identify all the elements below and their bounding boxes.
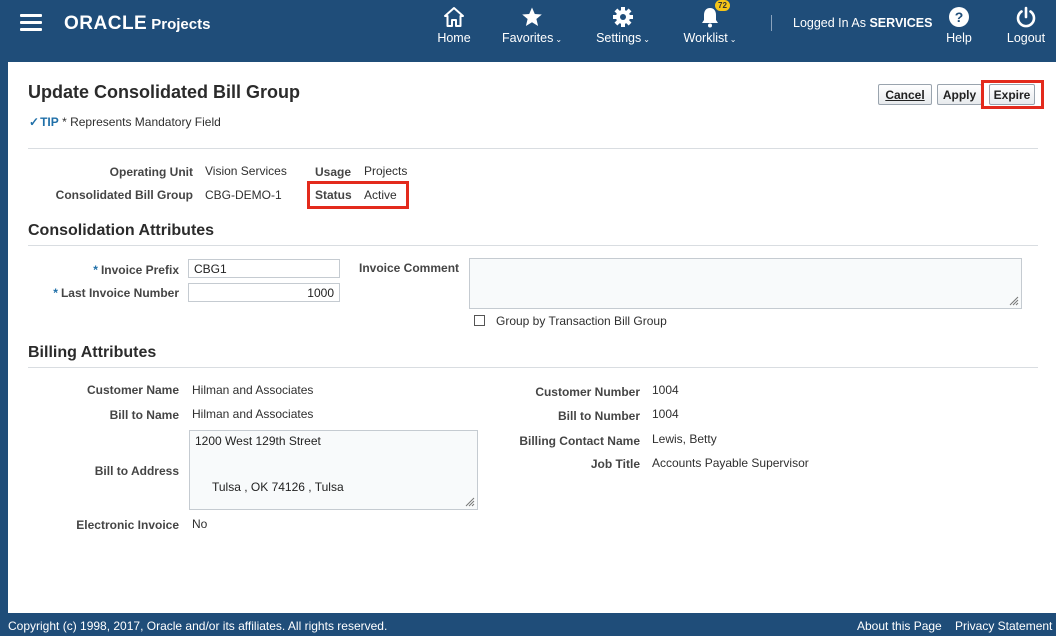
bill-to-name-value: Hilman and Associates — [192, 407, 314, 421]
cancel-button[interactable]: Cancel — [878, 84, 932, 105]
section-divider — [28, 367, 1038, 368]
gear-icon — [592, 2, 654, 28]
tip-text: * Represents Mandatory Field — [62, 115, 221, 129]
customer-number-label: Customer Number — [535, 385, 640, 399]
electronic-invoice-value: No — [192, 517, 208, 531]
apply-button-label: Apply — [942, 87, 977, 102]
nav-worklist-label: Worklist — [683, 31, 728, 45]
page-footer: Copyright (c) 1998, 2017, Oracle and/or … — [0, 613, 1056, 636]
power-icon — [1004, 2, 1048, 28]
brand-text: ORACLE — [64, 13, 148, 34]
electronic-invoice-label: Electronic Invoice — [76, 518, 179, 532]
nav-home-label: Home — [437, 31, 471, 45]
job-title-value: Accounts Payable Supervisor — [652, 456, 809, 470]
address-line-2: Tulsa , OK 74126 , Tulsa — [212, 480, 344, 494]
apply-button[interactable]: Apply — [937, 84, 982, 105]
nav-worklist[interactable]: 72 Worklist ⌄ — [680, 0, 740, 58]
main-content: Update Consolidated Bill Group Cancel Ap… — [8, 62, 1056, 613]
about-this-page-link[interactable]: About this Page — [857, 619, 942, 633]
logged-in-user: Logged In As SERVICES — [793, 16, 932, 30]
nav-settings-label: Settings — [596, 31, 642, 45]
resize-grip-icon[interactable] — [1009, 296, 1019, 306]
page-title: Update Consolidated Bill Group — [28, 82, 301, 102]
nav-logout[interactable]: Logout — [1004, 2, 1048, 58]
tip-line: ✓TIP * Represents Mandatory Field — [29, 115, 221, 129]
worklist-count-badge: 72 — [715, 0, 730, 11]
customer-name-value: Hilman and Associates — [192, 383, 314, 397]
operating-unit-label: Operating Unit — [109, 165, 193, 179]
consolidation-attributes-heading: Consolidation Attributes — [28, 222, 215, 239]
job-title-label: Job Title — [590, 457, 640, 471]
billing-contact-label: Billing Contact Name — [519, 434, 640, 448]
section-divider — [28, 148, 1038, 149]
operating-unit-value: Vision Services — [205, 164, 287, 178]
nav-favorites-label: Favorites — [501, 31, 554, 45]
group-by-label: Group by Transaction Bill Group — [496, 314, 667, 328]
product-name: Projects — [151, 16, 211, 33]
help-icon: ? — [940, 2, 978, 28]
cancel-button-label: Cancel — [885, 87, 925, 102]
billing-contact-value: Lewis, Betty — [652, 432, 717, 446]
usage-value: Projects — [364, 164, 408, 178]
username: SERVICES — [869, 16, 933, 30]
copyright-text: Copyright (c) 1998, 2017, Oracle and/or … — [8, 619, 388, 633]
privacy-statement-link[interactable]: Privacy Statement — [955, 619, 1052, 633]
global-header: ORACLE Projects Home Favorites ⌄ Setting… — [0, 0, 1056, 62]
nav-help-label: Help — [946, 31, 972, 45]
consolidated-bill-group-value: CBG-DEMO-1 — [205, 188, 282, 202]
section-divider — [28, 245, 1038, 246]
required-asterisk: * — [93, 263, 98, 277]
invoice-prefix-label: * Invoice Prefix — [93, 263, 179, 277]
bill-to-address-textarea[interactable]: 1200 West 129th Street Tulsa , OK 74126 … — [189, 430, 478, 510]
bill-to-name-label: Bill to Name — [109, 408, 179, 422]
chevron-down-icon: ⌄ — [729, 35, 737, 44]
tip-label: TIP — [40, 115, 59, 129]
status-highlight-box — [307, 181, 409, 209]
billing-attributes-heading: Billing Attributes — [28, 344, 157, 361]
navigator-menu-icon[interactable] — [20, 14, 42, 32]
chevron-down-icon: ⌄ — [643, 35, 650, 44]
oracle-logo[interactable]: ORACLE Projects — [64, 13, 210, 35]
consolidated-bill-group-label: Consolidated Bill Group — [55, 188, 193, 202]
home-icon — [433, 2, 475, 28]
nav-home[interactable]: Home — [433, 2, 475, 58]
header-divider — [771, 15, 772, 31]
last-invoice-number-input[interactable]: 1000 — [188, 283, 340, 302]
bill-to-number-value: 1004 — [652, 407, 679, 421]
invoice-comment-label: Invoice Comment — [359, 261, 460, 275]
invoice-prefix-label-text: Invoice Prefix — [100, 263, 179, 277]
last-invoice-number-label: * Last Invoice Number — [53, 286, 179, 300]
tip-check-icon: ✓ — [29, 115, 40, 129]
expire-highlight-box — [981, 80, 1044, 109]
invoice-comment-textarea[interactable] — [469, 258, 1022, 309]
last-invoice-number-label-text: Last Invoice Number — [60, 286, 179, 300]
customer-name-label: Customer Name — [86, 383, 179, 397]
star-icon — [499, 2, 565, 28]
bell-icon: 72 — [680, 0, 740, 28]
nav-help[interactable]: ? Help — [940, 2, 978, 58]
nav-settings[interactable]: Settings ⌄ — [592, 2, 654, 58]
bill-to-address-label: Bill to Address — [94, 464, 179, 478]
logged-in-prefix: Logged In As — [793, 16, 866, 30]
invoice-prefix-input[interactable]: CBG1 — [188, 259, 340, 278]
address-line-1: 1200 West 129th Street — [195, 434, 321, 448]
nav-logout-label: Logout — [1006, 31, 1046, 45]
group-by-checkbox[interactable] — [474, 315, 485, 326]
bill-to-number-label: Bill to Number — [557, 409, 640, 423]
customer-number-value: 1004 — [652, 383, 679, 397]
chevron-down-icon: ⌄ — [555, 35, 563, 44]
resize-grip-icon[interactable] — [465, 497, 475, 507]
svg-text:?: ? — [955, 9, 964, 25]
nav-favorites[interactable]: Favorites ⌄ — [499, 2, 565, 58]
usage-label: Usage — [315, 165, 352, 179]
required-asterisk: * — [53, 286, 58, 300]
